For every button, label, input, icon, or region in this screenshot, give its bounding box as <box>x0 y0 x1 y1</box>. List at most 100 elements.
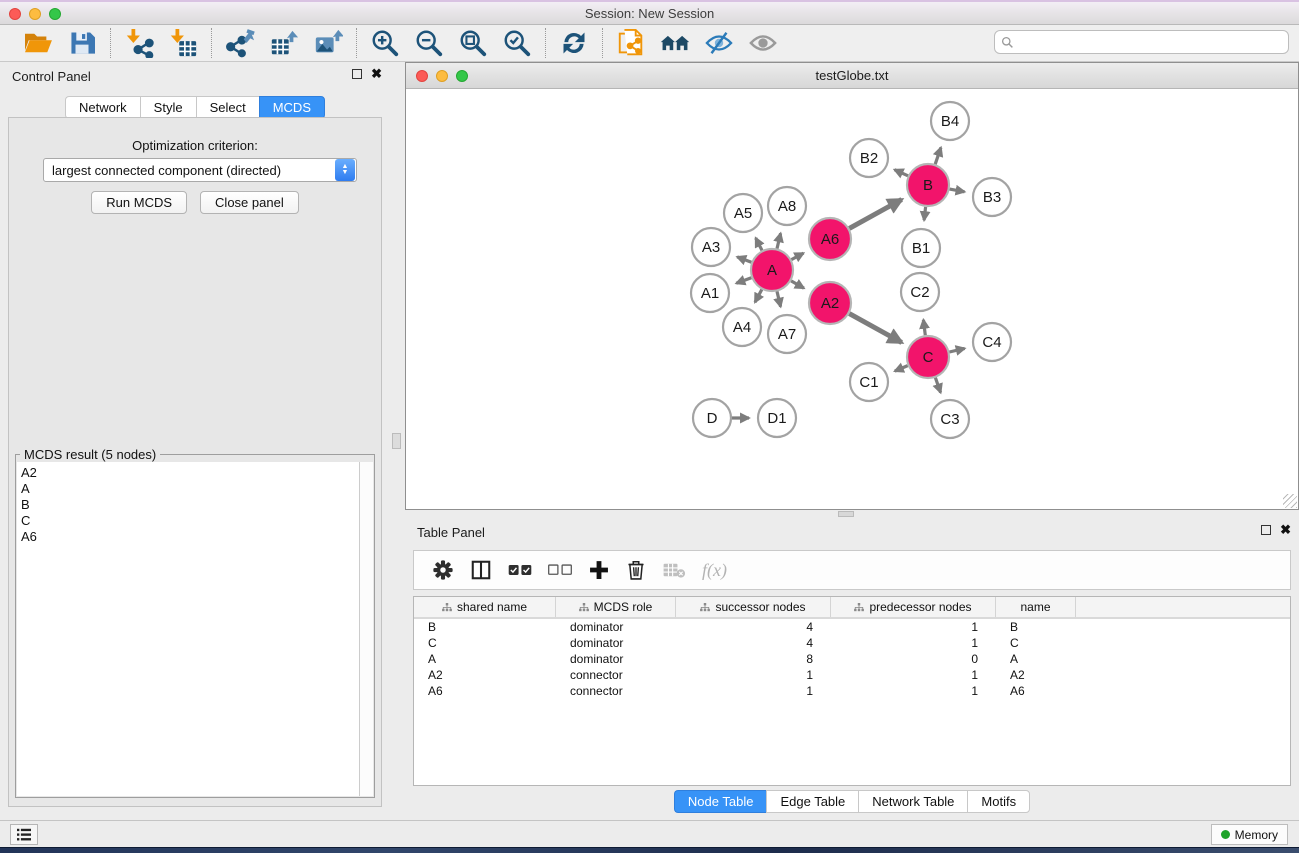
cell-successor-nodes[interactable]: 8 <box>676 651 831 667</box>
cell-shared-name[interactable]: C <box>414 635 556 651</box>
node-A4[interactable]: A4 <box>723 308 761 346</box>
tab-mcds[interactable]: MCDS <box>259 96 325 119</box>
edge-A6-B[interactable] <box>849 200 901 229</box>
table-row[interactable]: A6connector11A6 <box>414 683 1290 699</box>
select-all-checks-icon[interactable] <box>508 562 532 578</box>
cell-predecessor-nodes[interactable]: 1 <box>831 619 996 635</box>
network-canvas[interactable]: AA1A2A3A4A5A6A7A8BB1B2B3B4CC1C2C3C4DD1 <box>406 89 1298 509</box>
task-history-button[interactable] <box>10 824 38 845</box>
cell-MCDS-role[interactable]: connector <box>556 683 676 699</box>
cell-name[interactable]: A6 <box>996 683 1076 699</box>
node-A7[interactable]: A7 <box>768 315 806 353</box>
hide-selected-eye-slash-icon[interactable] <box>701 27 737 59</box>
node-B2[interactable]: B2 <box>850 139 888 177</box>
cell-shared-name[interactable]: A6 <box>414 683 556 699</box>
node-C4[interactable]: C4 <box>973 323 1011 361</box>
run-mcds-button[interactable]: Run MCDS <box>91 191 187 214</box>
memory-button[interactable]: Memory <box>1211 824 1288 845</box>
edge-A-A6[interactable] <box>791 253 803 260</box>
float-panel-icon[interactable] <box>352 69 362 79</box>
node-D[interactable]: D <box>693 399 731 437</box>
edge-C-C3[interactable] <box>935 378 940 393</box>
cell-name[interactable]: A2 <box>996 667 1076 683</box>
table-row[interactable]: Bdominator41B <box>414 619 1290 635</box>
node-A[interactable]: A <box>751 249 793 291</box>
network-graph[interactable]: AA1A2A3A4A5A6A7A8BB1B2B3B4CC1C2C3C4DD1 <box>406 89 1298 509</box>
import-table-icon[interactable] <box>165 27 201 59</box>
table-row[interactable]: A2connector11A2 <box>414 667 1290 683</box>
vertical-splitter[interactable] <box>390 62 405 820</box>
cell-predecessor-nodes[interactable]: 1 <box>831 667 996 683</box>
add-column-icon[interactable] <box>588 559 610 581</box>
cell-successor-nodes[interactable]: 4 <box>676 635 831 651</box>
tab-node-table[interactable]: Node Table <box>674 790 767 813</box>
tab-network-table[interactable]: Network Table <box>858 790 967 813</box>
cell-MCDS-role[interactable]: dominator <box>556 635 676 651</box>
open-folder-icon[interactable] <box>20 27 56 59</box>
zoom-in-icon[interactable] <box>367 27 403 59</box>
cell-predecessor-nodes[interactable]: 1 <box>831 683 996 699</box>
edge-B-B1[interactable] <box>924 207 926 220</box>
horizontal-splitter-grip[interactable] <box>838 511 854 517</box>
close-panel-button[interactable]: Close panel <box>200 191 299 214</box>
mcds-result-item[interactable]: A2 <box>21 465 359 481</box>
cell-name[interactable]: A <box>996 651 1076 667</box>
search-field[interactable] <box>994 30 1289 54</box>
column-header-successor-nodes[interactable]: successor nodes <box>676 597 831 617</box>
close-panel-icon[interactable]: ✖ <box>371 69 382 79</box>
node-table[interactable]: shared nameMCDS rolesuccessor nodesprede… <box>413 596 1291 786</box>
node-A6[interactable]: A6 <box>809 218 851 260</box>
mcds-result-scrollbar[interactable] <box>360 462 373 796</box>
vertical-splitter-grip[interactable] <box>392 433 401 449</box>
cell-name[interactable]: C <box>996 635 1076 651</box>
cell-MCDS-role[interactable]: connector <box>556 667 676 683</box>
node-C1[interactable]: C1 <box>850 363 888 401</box>
edge-C-C2[interactable] <box>923 320 925 335</box>
horizontal-splitter[interactable] <box>405 510 1299 518</box>
edge-A-A8[interactable] <box>777 233 781 248</box>
refresh-icon[interactable] <box>556 27 592 59</box>
cell-MCDS-role[interactable]: dominator <box>556 651 676 667</box>
node-A5[interactable]: A5 <box>724 194 762 232</box>
mcds-result-list[interactable]: A2ABCA6 <box>17 462 360 796</box>
tab-select[interactable]: Select <box>196 96 259 119</box>
zoom-out-icon[interactable] <box>411 27 447 59</box>
table-row[interactable]: Cdominator41C <box>414 635 1290 651</box>
edge-B-B4[interactable] <box>935 148 941 165</box>
save-session-icon[interactable] <box>64 27 100 59</box>
node-C2[interactable]: C2 <box>901 273 939 311</box>
table-options-gear-icon[interactable] <box>432 559 454 581</box>
close-table-panel-icon[interactable]: ✖ <box>1280 525 1291 535</box>
window-resize-grip-icon[interactable] <box>1283 494 1297 508</box>
zoom-fit-icon[interactable] <box>455 27 491 59</box>
show-columns-icon[interactable] <box>470 559 492 581</box>
node-B1[interactable]: B1 <box>902 229 940 267</box>
node-A8[interactable]: A8 <box>768 187 806 225</box>
column-header-name[interactable]: name <box>996 597 1076 617</box>
edge-C-C1[interactable] <box>895 366 908 372</box>
zoom-selected-icon[interactable] <box>499 27 535 59</box>
node-A3[interactable]: A3 <box>692 228 730 266</box>
tab-network[interactable]: Network <box>65 96 140 119</box>
edge-A2-C[interactable] <box>849 314 901 343</box>
criterion-dropdown[interactable]: largest connected component (directed) ▲… <box>43 158 357 182</box>
node-A2[interactable]: A2 <box>809 282 851 324</box>
node-B3[interactable]: B3 <box>973 178 1011 216</box>
node-D1[interactable]: D1 <box>758 399 796 437</box>
node-B4[interactable]: B4 <box>931 102 969 140</box>
deselect-all-checks-icon[interactable] <box>548 562 572 578</box>
cell-successor-nodes[interactable]: 4 <box>676 619 831 635</box>
column-header-MCDS-role[interactable]: MCDS role <box>556 597 676 617</box>
export-table-icon[interactable] <box>266 27 302 59</box>
node-C3[interactable]: C3 <box>931 400 969 438</box>
network-window-titlebar[interactable]: testGlobe.txt <box>406 63 1298 89</box>
column-header-shared-name[interactable]: shared name <box>414 597 556 617</box>
show-all-networks-icon[interactable] <box>657 27 693 59</box>
node-B[interactable]: B <box>907 164 949 206</box>
mcds-result-item[interactable]: A <box>21 481 359 497</box>
new-network-from-file-icon[interactable] <box>613 27 649 59</box>
cell-shared-name[interactable]: A <box>414 651 556 667</box>
node-C[interactable]: C <box>907 336 949 378</box>
export-image-icon[interactable] <box>310 27 346 59</box>
cell-shared-name[interactable]: B <box>414 619 556 635</box>
